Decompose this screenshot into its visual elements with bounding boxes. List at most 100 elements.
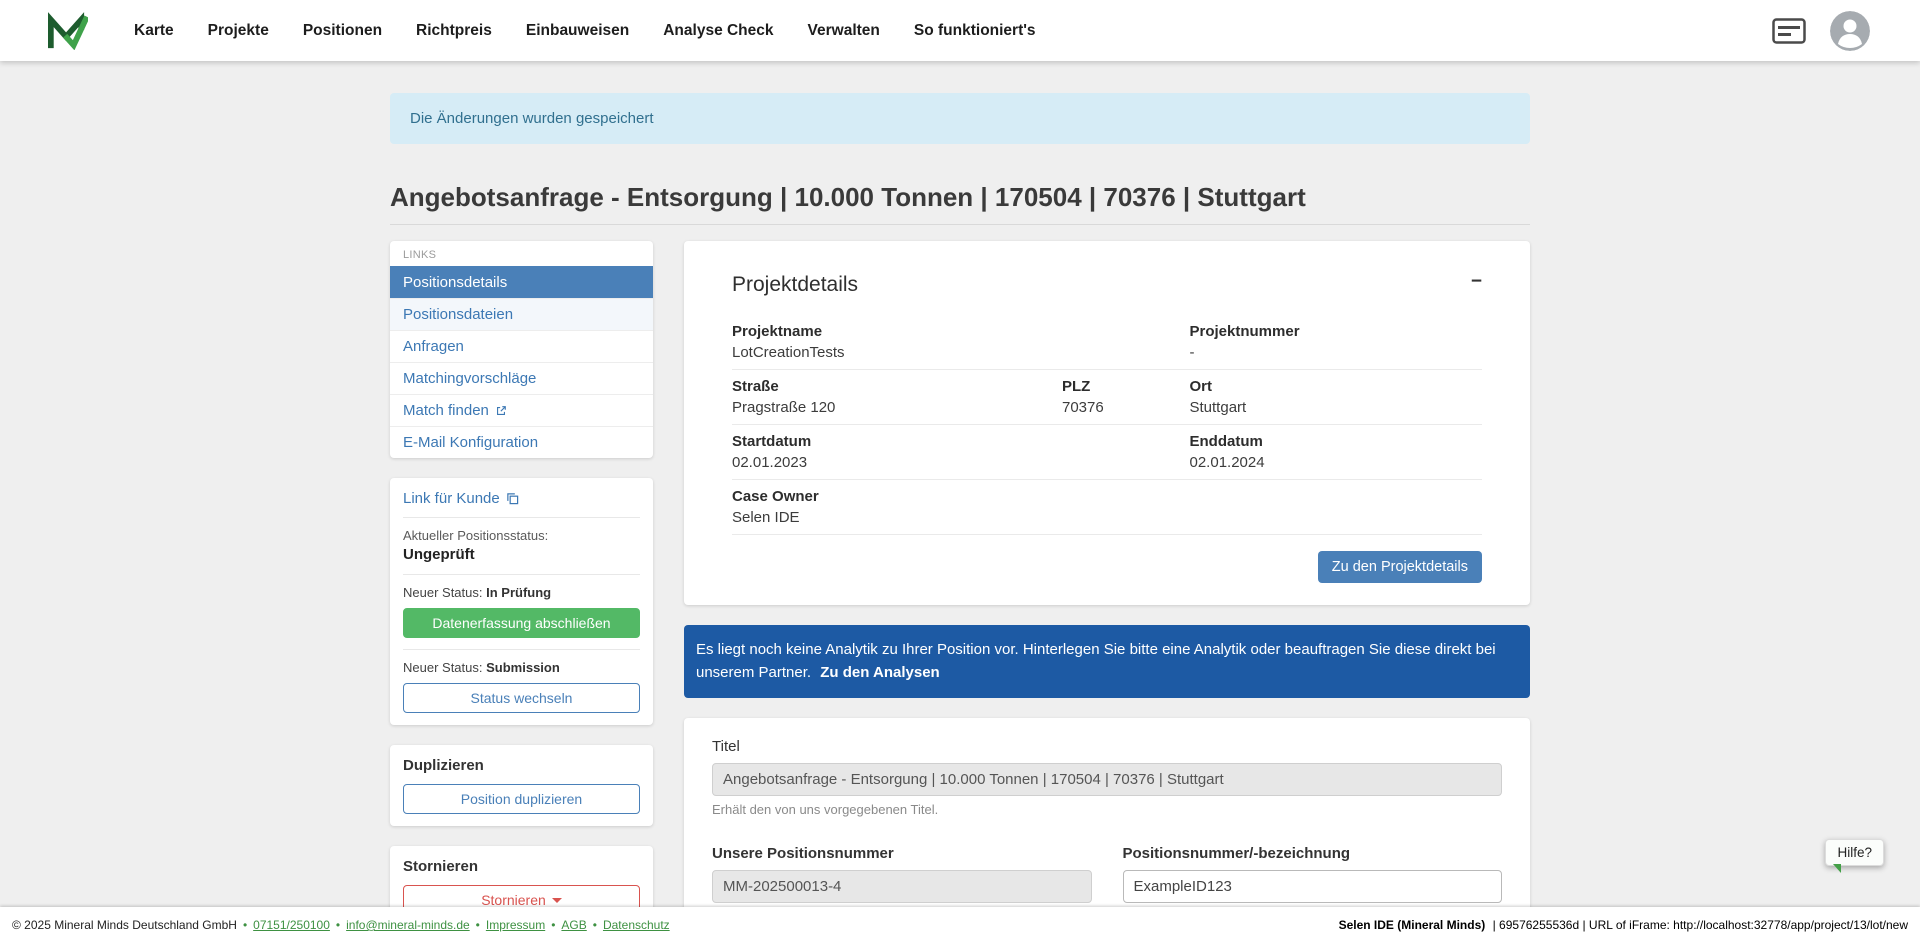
footer-copyright: © 2025 Mineral Minds Deutschland GmbH	[12, 918, 237, 932]
cancel-heading: Stornieren	[403, 858, 640, 875]
sidebar-item-label: Anfragen	[403, 338, 464, 355]
project-row: Straße Pragstraße 120 PLZ 70376 Ort Stut…	[732, 370, 1482, 425]
footer-user: Selen IDE (Mineral Minds)	[1339, 918, 1486, 932]
field-label: Straße	[732, 378, 1062, 395]
field-value: 02.01.2024	[1190, 454, 1483, 471]
field-value: Selen IDE	[732, 509, 1482, 526]
customer-link-label: Link für Kunde	[403, 490, 500, 507]
switch-status-button[interactable]: Status wechseln	[403, 683, 640, 713]
footer: © 2025 Mineral Minds Deutschland GmbH • …	[0, 907, 1920, 943]
duplicate-card: Duplizieren Position duplizieren	[390, 745, 653, 826]
project-details-button[interactable]: Zu den Projektdetails	[1318, 551, 1482, 583]
new-status-line: Neuer Status: Submission	[403, 660, 640, 675]
duplicate-position-button[interactable]: Position duplizieren	[403, 784, 640, 814]
field-value: -	[1190, 344, 1483, 361]
current-status-label: Aktueller Positionsstatus:	[403, 528, 640, 543]
nav-item-so-funktionierts[interactable]: So funktioniert's	[914, 22, 1036, 40]
footer-separator: •	[476, 918, 480, 932]
project-row: Startdatum 02.01.2023 Enddatum 02.01.202…	[732, 425, 1482, 480]
footer-meta: | 69576255536d | URL of iFrame: http://l…	[1493, 918, 1908, 932]
main-column: Projektdetails − Projektname LotCreation…	[684, 241, 1530, 943]
saved-alert: Die Änderungen wurden gespeichert	[390, 93, 1530, 144]
help-button[interactable]: Hilfe?	[1825, 839, 1884, 866]
footer-separator: •	[243, 918, 247, 932]
footer-phone-link[interactable]: 07151/250100	[253, 918, 330, 932]
current-status-value: Ungeprüft	[403, 546, 640, 563]
nav-item-karte[interactable]: Karte	[134, 22, 174, 40]
nav-item-positionen[interactable]: Positionen	[303, 22, 382, 40]
field-label: PLZ	[1062, 378, 1190, 395]
footer-email-link[interactable]: info@mineral-minds.de	[346, 918, 470, 932]
analytics-banner: Es liegt noch keine Analytik zu Ihrer Po…	[684, 625, 1530, 698]
field-value: Pragstraße 120	[732, 399, 1062, 416]
page-content: Die Änderungen wurden gespeichert Angebo…	[0, 0, 1920, 943]
page-title: Angebotsanfrage - Entsorgung | 10.000 To…	[390, 182, 1530, 225]
navbar-right	[1772, 11, 1870, 51]
card-reader-icon[interactable]	[1772, 18, 1806, 44]
sidebar-item-matchingvorschlaege[interactable]: Matchingvorschläge	[390, 362, 653, 394]
field-label: Projektname	[732, 323, 1190, 340]
sidebar: LINKS Positionsdetails Positionsdateien …	[390, 241, 653, 927]
sidebar-item-positionsdateien[interactable]: Positionsdateien	[390, 298, 653, 330]
brand-logo-icon[interactable]	[46, 12, 88, 50]
caret-down-icon	[552, 898, 562, 903]
footer-session-info: Selen IDE (Mineral Minds) | 69576255536d…	[1339, 918, 1908, 932]
collapse-button[interactable]: −	[1471, 271, 1482, 293]
banner-analyses-link[interactable]: Zu den Analysen	[820, 664, 939, 681]
user-avatar-icon[interactable]	[1830, 11, 1870, 51]
nav-item-verwalten[interactable]: Verwalten	[808, 22, 880, 40]
sidebar-item-label: Positionsdetails	[403, 274, 507, 291]
field-label: Projektnummer	[1190, 323, 1483, 340]
field-label: Startdatum	[732, 433, 1190, 450]
title-label: Titel	[712, 738, 1502, 755]
field-label: Case Owner	[732, 488, 1482, 505]
main-nav: Karte Projekte Positionen Richtpreis Ein…	[134, 22, 1036, 40]
customer-link[interactable]: Link für Kunde	[403, 490, 640, 518]
title-input	[712, 763, 1502, 796]
footer-impressum-link[interactable]: Impressum	[486, 918, 545, 932]
nav-item-analyse-check[interactable]: Analyse Check	[663, 22, 773, 40]
title-help: Erhält den von uns vorgegebenen Titel.	[712, 802, 1502, 817]
banner-text: Es liegt noch keine Analytik zu Ihrer Po…	[696, 641, 1496, 681]
nav-item-richtpreis[interactable]: Richtpreis	[416, 22, 492, 40]
field-value: 70376	[1062, 399, 1190, 416]
cancel-button-label: Stornieren	[481, 892, 546, 908]
footer-separator: •	[551, 918, 555, 932]
footer-links: © 2025 Mineral Minds Deutschland GmbH • …	[12, 918, 670, 932]
copy-icon	[506, 492, 519, 505]
sidebar-item-anfragen[interactable]: Anfragen	[390, 330, 653, 362]
field-label: Ort	[1190, 378, 1483, 395]
position-number-label: Positionsnummer/-bezeichnung	[1123, 845, 1503, 862]
footer-datenschutz-link[interactable]: Datenschutz	[603, 918, 670, 932]
external-link-icon	[495, 405, 507, 417]
saved-alert-text: Die Änderungen wurden gespeichert	[410, 110, 654, 127]
nav-item-einbauweisen[interactable]: Einbauweisen	[526, 22, 629, 40]
sidebar-links-header: LINKS	[390, 241, 653, 266]
project-row: Case Owner Selen IDE	[732, 480, 1482, 535]
project-details-card: Projektdetails − Projektname LotCreation…	[684, 241, 1530, 605]
sidebar-item-label: Matchingvorschläge	[403, 370, 536, 387]
sidebar-item-match-finden[interactable]: Match finden	[390, 394, 653, 426]
our-position-number-label: Unsere Positionsnummer	[712, 845, 1092, 862]
top-navbar: Karte Projekte Positionen Richtpreis Ein…	[0, 0, 1920, 61]
complete-data-entry-button[interactable]: Datenerfassung abschließen	[403, 608, 640, 638]
footer-agb-link[interactable]: AGB	[561, 918, 586, 932]
sidebar-item-label: Positionsdateien	[403, 306, 513, 323]
field-value: 02.01.2023	[732, 454, 1190, 471]
sidebar-item-positionsdetails[interactable]: Positionsdetails	[390, 266, 653, 298]
sidebar-item-label: E-Mail Konfiguration	[403, 434, 538, 451]
footer-separator: •	[593, 918, 597, 932]
nav-item-projekte[interactable]: Projekte	[208, 22, 269, 40]
field-value: LotCreationTests	[732, 344, 1190, 361]
sidebar-item-label: Match finden	[403, 402, 489, 419]
project-row: Projektname LotCreationTests Projektnumm…	[732, 315, 1482, 370]
field-value: Stuttgart	[1190, 399, 1483, 416]
position-number-input[interactable]	[1123, 870, 1503, 903]
new-status-label: Neuer Status:	[403, 660, 483, 675]
sidebar-links-card: LINKS Positionsdetails Positionsdateien …	[390, 241, 653, 458]
field-label: Enddatum	[1190, 433, 1483, 450]
our-position-number-input	[712, 870, 1092, 903]
status-card: Link für Kunde Aktueller Positionsstatus…	[390, 478, 653, 725]
sidebar-item-email-konfiguration[interactable]: E-Mail Konfiguration	[390, 426, 653, 458]
footer-separator: •	[336, 918, 340, 932]
